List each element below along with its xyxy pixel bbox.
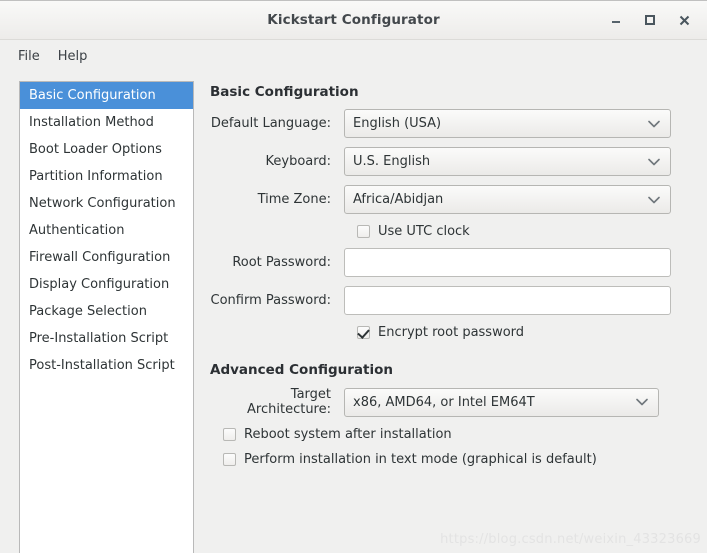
minimize-button[interactable] — [599, 5, 633, 35]
sidebar-item-firewall-configuration[interactable]: Firewall Configuration — [20, 244, 193, 271]
sidebar-item-installation-method[interactable]: Installation Method — [20, 109, 193, 136]
sidebar-item-network-configuration[interactable]: Network Configuration — [20, 190, 193, 217]
sidebar-item-post-installation-script[interactable]: Post-Installation Script — [20, 352, 193, 379]
sidebar-item-pre-installation-script[interactable]: Pre-Installation Script — [20, 325, 193, 352]
sidebar-item-basic-configuration[interactable]: Basic Configuration — [20, 82, 193, 109]
reboot-after-installation-row: Reboot system after installation — [210, 427, 707, 442]
text-mode-installation-row: Perform installation in text mode (graph… — [210, 452, 707, 467]
text-mode-installation-checkbox[interactable] — [223, 453, 236, 466]
root-password-input[interactable] — [344, 248, 671, 277]
use-utc-clock-checkbox[interactable] — [357, 225, 370, 238]
minimize-icon — [612, 21, 620, 23]
chevron-down-icon — [648, 196, 660, 203]
reboot-after-installation-checkbox[interactable] — [223, 428, 236, 441]
encrypt-root-password-label: Encrypt root password — [378, 325, 525, 340]
advanced-configuration-heading: Advanced Configuration — [210, 362, 393, 378]
default-language-select[interactable]: English (USA) — [344, 109, 671, 138]
window-controls — [599, 1, 701, 39]
sidebar-item-boot-loader-options[interactable]: Boot Loader Options — [20, 136, 193, 163]
target-architecture-label: Target Architecture: — [247, 387, 331, 417]
close-button[interactable] — [667, 5, 701, 35]
target-architecture-select[interactable]: x86, AMD64, or Intel EM64T — [344, 387, 659, 417]
menubar: File Help — [0, 40, 707, 72]
time-zone-label: Time Zone: — [257, 192, 331, 207]
default-language-row: Default Language: English (USA) — [210, 109, 707, 138]
time-zone-value: Africa/Abidjan — [353, 192, 444, 207]
chevron-down-icon — [648, 158, 660, 165]
target-architecture-value: x86, AMD64, or Intel EM64T — [353, 394, 535, 410]
watermark-text: https://blog.csdn.net/weixin_43323669 — [440, 532, 701, 547]
reboot-after-installation-label: Reboot system after installation — [244, 427, 452, 442]
root-password-label: Root Password: — [232, 255, 331, 270]
titlebar: Kickstart Configurator — [0, 1, 707, 40]
default-language-label: Default Language: — [210, 116, 331, 131]
encrypt-root-password-checkbox[interactable] — [357, 326, 370, 339]
use-utc-clock-row: Use UTC clock — [210, 224, 707, 239]
target-architecture-row: Target Architecture: x86, AMD64, or Inte… — [210, 387, 707, 417]
close-icon — [679, 15, 689, 25]
maximize-button[interactable] — [633, 5, 667, 35]
chevron-down-icon — [636, 398, 648, 406]
app-window: Kickstart Configurator File Help Basic C… — [0, 0, 707, 553]
keyboard-row: Keyboard: U.S. English — [210, 147, 707, 176]
sidebar-item-authentication[interactable]: Authentication — [20, 217, 193, 244]
default-language-value: English (USA) — [353, 116, 442, 131]
chevron-down-icon — [648, 120, 660, 127]
confirm-password-input[interactable] — [344, 286, 671, 315]
basic-configuration-heading: Basic Configuration — [210, 84, 359, 100]
keyboard-value: U.S. English — [353, 154, 431, 169]
root-password-row: Root Password: — [210, 248, 707, 277]
main-pane: Basic Configuration Default Language: En… — [194, 81, 707, 553]
sidebar-item-package-selection[interactable]: Package Selection — [20, 298, 193, 325]
window-title: Kickstart Configurator — [267, 12, 440, 28]
maximize-icon — [645, 15, 655, 25]
sidebar-nav-list[interactable]: Basic Configuration Installation Method … — [19, 81, 194, 553]
text-mode-installation-label: Perform installation in text mode (graph… — [244, 452, 597, 467]
time-zone-select[interactable]: Africa/Abidjan — [344, 185, 671, 214]
confirm-password-row: Confirm Password: — [210, 286, 707, 315]
confirm-password-label: Confirm Password: — [210, 293, 331, 308]
sidebar-item-partition-information[interactable]: Partition Information — [20, 163, 193, 190]
body-area: Basic Configuration Installation Method … — [0, 72, 707, 553]
sidebar-item-display-configuration[interactable]: Display Configuration — [20, 271, 193, 298]
time-zone-row: Time Zone: Africa/Abidjan — [210, 185, 707, 214]
keyboard-select[interactable]: U.S. English — [344, 147, 671, 176]
keyboard-label: Keyboard: — [265, 154, 332, 169]
use-utc-clock-label: Use UTC clock — [378, 224, 470, 239]
menu-file[interactable]: File — [9, 46, 49, 67]
menu-help[interactable]: Help — [49, 46, 97, 67]
encrypt-root-password-row: Encrypt root password — [210, 325, 707, 340]
